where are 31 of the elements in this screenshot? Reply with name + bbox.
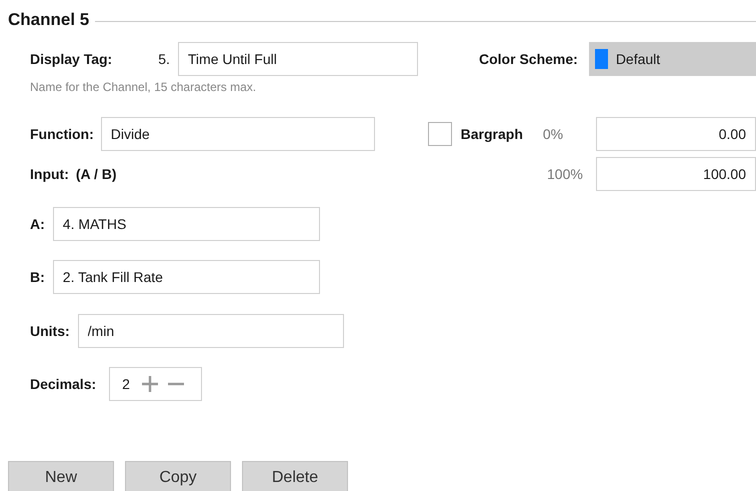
- min-value-field[interactable]: 0.00: [596, 117, 756, 151]
- hint-text: Name for the Channel, 15 characters max.: [30, 80, 256, 94]
- range-label: 100%: [547, 166, 584, 182]
- decimals-value: 2: [122, 376, 130, 392]
- field-label: Input:: [30, 166, 69, 182]
- operand-field[interactable]: 2. Tank Fill Rate: [52, 260, 320, 294]
- display-tag-field[interactable]: Time Until Full: [178, 42, 418, 76]
- field-label: A:: [30, 216, 45, 232]
- color-scheme-value: Default: [616, 51, 660, 67]
- bargraph-checkbox[interactable]: [428, 122, 452, 146]
- function-field[interactable]: Divide: [100, 117, 375, 151]
- range-label: 0%: [542, 126, 564, 142]
- field-label: Decimals:: [30, 376, 96, 392]
- field-label: B:: [30, 269, 45, 285]
- max-value-field[interactable]: 100.00: [596, 157, 756, 191]
- field-label: Function:: [30, 126, 94, 142]
- operand-field[interactable]: 4. MATHS: [52, 207, 320, 241]
- channel-number: 5.: [158, 51, 170, 67]
- action-button[interactable]: Copy: [125, 461, 231, 491]
- units-field[interactable]: /min: [78, 314, 344, 348]
- action-button[interactable]: Delete: [242, 461, 348, 491]
- decimals-stepper[interactable]: 2: [109, 367, 202, 401]
- section-title: Channel 5: [8, 10, 90, 30]
- field-label: Display Tag:: [30, 51, 112, 67]
- action-button[interactable]: New: [8, 461, 114, 491]
- checkbox-label: Bargraph: [460, 126, 523, 142]
- input-formula: (A / B): [76, 166, 117, 182]
- plus-icon[interactable]: [140, 374, 160, 394]
- field-label: Units:: [30, 323, 70, 339]
- color-scheme-dropdown[interactable]: Default: [588, 42, 756, 76]
- field-label: Color Scheme:: [479, 51, 578, 67]
